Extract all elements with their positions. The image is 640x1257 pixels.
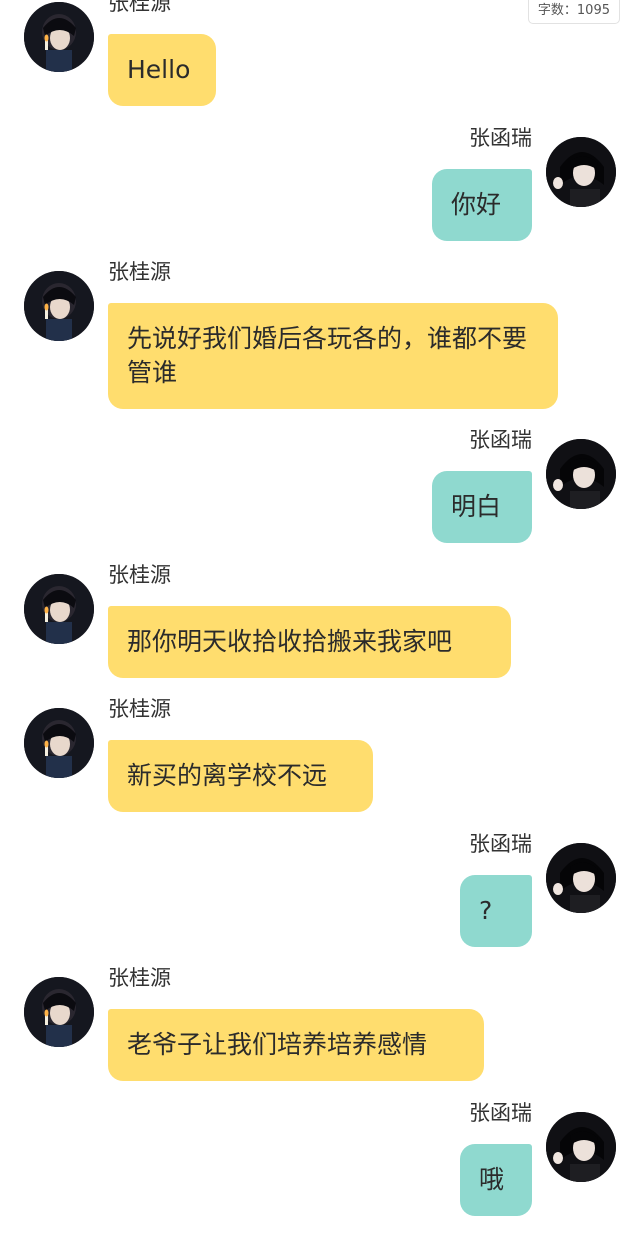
sender-avatar[interactable]	[24, 2, 94, 72]
sender-avatar[interactable]	[24, 977, 94, 1047]
message-bubble: 先说好我们婚后各玩各的，谁都不要管谁	[108, 303, 558, 409]
message-bubble: 哦	[460, 1144, 532, 1216]
sender-avatar[interactable]	[546, 439, 616, 509]
sender-name: 张函瑞	[469, 126, 532, 150]
sender-name: 张函瑞	[469, 428, 532, 452]
sender-name: 张桂源	[108, 260, 171, 284]
sender-name: 张桂源	[108, 697, 171, 721]
message-bubble: 老爷子让我们培养培养感情	[108, 1009, 484, 1081]
sender-avatar[interactable]	[24, 574, 94, 644]
sender-avatar[interactable]	[546, 1112, 616, 1182]
sender-avatar[interactable]	[24, 271, 94, 341]
message-bubble: 明白	[432, 471, 532, 543]
message-bubble: 新买的离学校不远	[108, 740, 373, 812]
sender-name: 张函瑞	[469, 832, 532, 856]
sender-avatar[interactable]	[546, 137, 616, 207]
sender-name: 张桂源	[108, 0, 171, 15]
word-count-badge: 字数：1095	[527, 0, 620, 24]
message-bubble: ?	[460, 875, 532, 947]
sender-name: 张桂源	[108, 563, 171, 587]
message-bubble: 你好	[432, 169, 532, 241]
sender-avatar[interactable]	[546, 843, 616, 913]
sender-name: 张桂源	[108, 966, 171, 990]
sender-avatar[interactable]	[24, 708, 94, 778]
message-bubble: 那你明天收拾收拾搬来我家吧	[108, 606, 511, 678]
sender-name: 张函瑞	[469, 1101, 532, 1125]
message-bubble: Hello	[108, 34, 216, 106]
